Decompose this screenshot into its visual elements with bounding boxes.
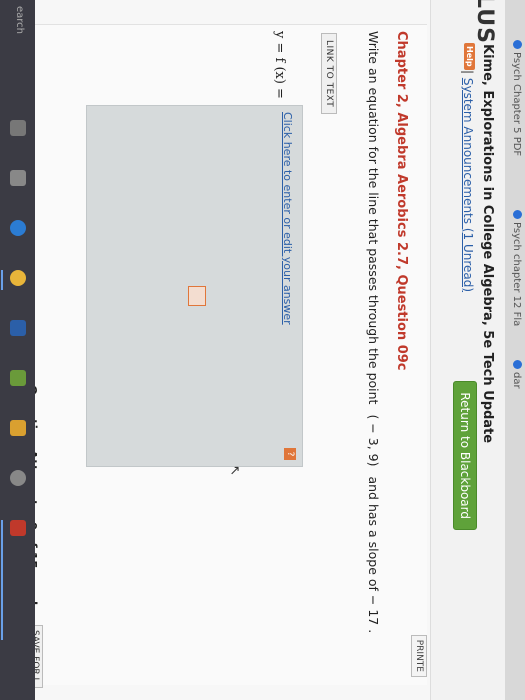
tab-psych-chapter-12[interactable]: Psych chapter 12 Fla [511, 210, 522, 326]
store-icon[interactable] [10, 370, 26, 386]
help-badge[interactable]: Help [464, 43, 475, 70]
answer-input-slot[interactable] [188, 286, 206, 306]
question-text: Write an equation for the line that pass… [366, 31, 381, 634]
system-announcements-link[interactable]: System Announcements (1 Unread) [461, 78, 475, 292]
powerpoint-icon[interactable] [10, 520, 26, 536]
answer-box[interactable]: Click here to enter or edit your answer … [86, 105, 303, 467]
chrome-icon[interactable] [10, 270, 26, 286]
task-view-icon[interactable] [10, 170, 26, 186]
link-to-text-button[interactable]: LINK TO TEXT [321, 33, 337, 115]
edge-icon[interactable] [10, 220, 26, 236]
browser-tab-strip: Psych Chapter 5 PDF Psych chapter 12 Fla… [504, 0, 525, 700]
browser-page: Psych Chapter 5 PDF Psych chapter 12 Fla… [0, 0, 525, 700]
question-card: PRINTE Chapter 2, Algebra Aerobics 2.7, … [7, 24, 427, 688]
question-point: ( − 3, 9) [366, 414, 381, 467]
app-header: LUS Kime, Explorations in College Algebr… [430, 0, 505, 700]
course-title: Kime, Explorations in College Algebra, 5… [480, 44, 495, 444]
photo-background: Psych Chapter 5 PDF Psych chapter 12 Fla… [0, 0, 525, 700]
word-icon[interactable] [10, 320, 26, 336]
file-explorer-icon[interactable] [10, 420, 26, 436]
rotated-screen: Psych Chapter 5 PDF Psych chapter 12 Fla… [0, 0, 525, 700]
windows-taskbar: earch [0, 0, 35, 700]
mouse-cursor-icon: ↖ [227, 465, 242, 476]
help-icon[interactable]: ? [284, 448, 296, 460]
system-announcements: | System Announcements (1 Unread) [461, 70, 475, 293]
edit-answer-link[interactable]: Click here to enter or edit your answer [281, 112, 294, 325]
search-icon [513, 360, 522, 369]
active-app-indicator [1, 270, 3, 290]
brand-logo-text: LUS [472, 0, 497, 44]
chapter-title: Chapter 2, Algebra Aerobics 2.7, Questio… [394, 31, 409, 371]
equation-label: y = f (x) = [272, 31, 287, 99]
tab-psych-chapter-5[interactable]: Psych Chapter 5 PDF [511, 40, 522, 156]
mic-icon[interactable] [10, 120, 26, 136]
pdf-icon [513, 210, 522, 219]
pdf-icon [513, 40, 522, 49]
tab-dar[interactable]: dar [511, 360, 522, 389]
taskbar-search[interactable]: earch [14, 6, 25, 34]
active-app-indicator [1, 520, 3, 640]
return-to-blackboard-button[interactable]: Return to Blackboard [453, 381, 477, 530]
print-button[interactable]: PRINTE [411, 634, 427, 677]
settings-gear-icon[interactable] [10, 470, 26, 486]
